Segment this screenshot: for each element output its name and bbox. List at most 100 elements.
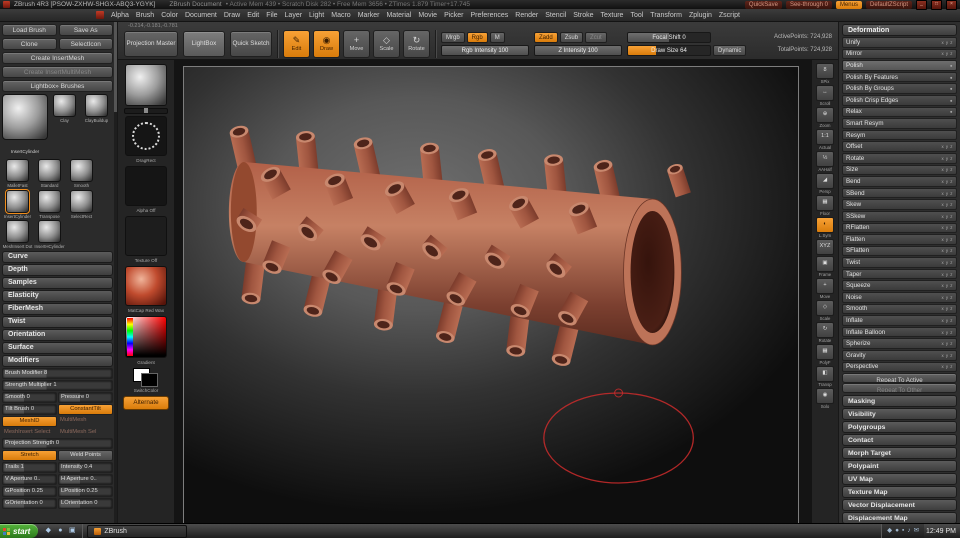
brush-thumbnail[interactable]: Smooth: [66, 159, 97, 189]
tool-subpalette-header[interactable]: Contact: [842, 434, 957, 447]
brush-palette-button[interactable]: Create InsertMesh: [2, 52, 113, 64]
xyz-icon[interactable]: XYZ: [814, 239, 836, 255]
brush-modifier-control[interactable]: H Aperture 0..: [58, 473, 113, 485]
axis-toggles[interactable]: x y z: [941, 272, 953, 277]
tool-subpalette-header[interactable]: Morph Target: [842, 447, 957, 460]
scale-icon[interactable]: ◇ Scale: [814, 300, 836, 321]
maximize-button[interactable]: □: [931, 0, 942, 10]
brush-palette-button[interactable]: Load Brush: [2, 24, 57, 36]
menu-item[interactable]: Tool: [630, 12, 643, 19]
deformation-row[interactable]: Twist x y z: [842, 257, 957, 268]
spix-slider[interactable]: 8 SPix: [814, 63, 836, 84]
quicklaunch-icon-2[interactable]: ●: [55, 526, 65, 536]
document-viewport[interactable]: [183, 66, 799, 523]
axis-toggles[interactable]: x y z: [941, 237, 953, 242]
brush-palette-button[interactable]: SelectIcon: [58, 38, 113, 50]
brush-palette-button[interactable]: Create InsertMultiMesh: [2, 66, 113, 78]
brush-subpalette-header[interactable]: Curve: [2, 250, 113, 263]
persp-icon[interactable]: ◢ Persp: [814, 173, 836, 194]
axis-toggles[interactable]: x y z: [941, 260, 953, 265]
brush-subpalette-header[interactable]: Surface: [2, 341, 113, 354]
brush-subpalette-header[interactable]: Samples: [2, 276, 113, 289]
axis-toggles[interactable]: x y z: [941, 144, 953, 149]
menu-item[interactable]: Layer: [285, 12, 303, 19]
switch-color-swatches[interactable]: [133, 368, 159, 387]
axis-toggles[interactable]: ●: [950, 75, 953, 80]
deformation-row[interactable]: Size x y z: [842, 164, 957, 176]
brush-modifier-control[interactable]: Strength Multiplier 1: [2, 379, 113, 391]
brush-modifier-control[interactable]: MultiMesh: [58, 416, 113, 427]
menu-item[interactable]: Light: [309, 12, 324, 19]
axis-toggles[interactable]: x y z: [941, 167, 953, 172]
deformation-row[interactable]: Mirror x y z: [842, 48, 957, 60]
axis-toggles[interactable]: x y z: [941, 51, 953, 56]
lightbox-button[interactable]: LightBox: [183, 30, 225, 57]
tool-subpalette-header[interactable]: Polygroups: [842, 421, 957, 434]
zadd-button[interactable]: Zadd: [534, 31, 558, 43]
brush-modifier-control[interactable]: ConstantTilt: [58, 403, 113, 415]
rotate-mode-button[interactable]: ↻ Rotate: [403, 29, 430, 58]
repeat-to-active-button[interactable]: Repeat To Active: [842, 373, 957, 384]
brush-subpalette-header[interactable]: FiberMesh: [2, 302, 113, 315]
tool-subpalette-header[interactable]: Polypaint: [842, 460, 957, 473]
deformation-row[interactable]: Smart Resym: [842, 118, 957, 129]
zoom-icon[interactable]: ⊕ Zoom: [814, 107, 836, 128]
brush-palette-button[interactable]: Lightbox» Brushes: [2, 80, 113, 92]
scroll-icon[interactable]: ↔ Scroll: [814, 85, 836, 106]
polyframe-icon[interactable]: ▦ PolyF: [814, 344, 836, 365]
axis-toggles[interactable]: x y z: [941, 318, 953, 323]
axis-toggles[interactable]: x y z: [941, 40, 953, 45]
transp-icon[interactable]: ◧ Transp: [814, 366, 836, 387]
brush-thumbnail[interactable]: ClayBuildup: [81, 94, 112, 124]
menu-item[interactable]: Macro: [331, 12, 350, 19]
axis-toggles[interactable]: x y z: [941, 248, 953, 253]
brush-modifier-control[interactable]: LPosition 0.25: [58, 485, 113, 497]
deformation-header[interactable]: Deformation: [842, 24, 957, 36]
brush-thumbnail[interactable]: Standard: [34, 159, 65, 189]
primary-color-swatch[interactable]: [141, 373, 158, 387]
actual-icon[interactable]: 1:1 Actual: [814, 129, 836, 150]
quicksave-button[interactable]: QuickSave: [744, 0, 782, 9]
brush-modifier-control[interactable]: MeshID: [2, 415, 57, 427]
menu-item[interactable]: Document: [185, 12, 217, 19]
rgb-button[interactable]: Rgb: [466, 31, 488, 43]
deformation-row[interactable]: SSkew x y z: [842, 210, 957, 222]
axis-toggles[interactable]: x y z: [941, 179, 953, 184]
left-panel-scrollbar[interactable]: [114, 22, 117, 523]
z-intensity-slider[interactable]: Z Intensity 100: [534, 44, 622, 56]
axis-toggles[interactable]: ●: [950, 86, 953, 91]
menu-item[interactable]: Preferences: [471, 12, 509, 19]
deformation-row[interactable]: Polish ●: [842, 60, 957, 71]
brush-modifier-control[interactable]: Brush Modifier 8: [2, 367, 113, 379]
tool-subpalette-header[interactable]: Displacement Map: [842, 512, 957, 523]
close-button[interactable]: ×: [946, 0, 957, 10]
floor-icon[interactable]: ▦ Floor: [814, 195, 836, 216]
deformation-row[interactable]: Gravity x y z: [842, 350, 957, 361]
frame-icon[interactable]: ▣ Frame: [814, 256, 836, 277]
axis-toggles[interactable]: x y z: [941, 283, 953, 288]
axis-toggles[interactable]: x y z: [941, 156, 953, 161]
deformation-row[interactable]: SFlatten x y z: [842, 245, 957, 257]
brush-subpalette-header[interactable]: Twist: [2, 315, 113, 328]
draw-size-slider[interactable]: Draw Size 64: [627, 44, 711, 56]
deformation-row[interactable]: Relax ●: [842, 106, 957, 118]
brush-modifier-control[interactable]: Pressure 0: [58, 391, 113, 403]
deformation-row[interactable]: Unify x y z: [842, 37, 957, 48]
quicklaunch-icon-1[interactable]: ◆: [43, 526, 53, 536]
axis-toggles[interactable]: x y z: [941, 353, 953, 358]
brush-modifier-control[interactable]: Weld Points: [58, 449, 113, 461]
axis-toggles[interactable]: ●: [950, 63, 953, 68]
alpha-thumbnail[interactable]: [125, 166, 167, 206]
tool-subpalette-header[interactable]: Texture Map: [842, 486, 957, 499]
menu-item[interactable]: Stencil: [545, 12, 566, 19]
tool-subpalette-header[interactable]: Visibility: [842, 408, 957, 421]
alternate-button[interactable]: Alternate: [123, 396, 169, 410]
deformation-row[interactable]: Polish By Groups ●: [842, 83, 957, 94]
brush-subpalette-header[interactable]: Depth: [2, 263, 113, 276]
texture-thumbnail[interactable]: [125, 216, 167, 256]
deformation-row[interactable]: Bend x y z: [842, 176, 957, 187]
menu-item[interactable]: Zplugin: [689, 12, 712, 19]
deformation-row[interactable]: Taper x y z: [842, 268, 957, 280]
brush-thumbnail[interactable]: MeshInsert Dot: [2, 220, 33, 250]
current-brush-thumbnail[interactable]: [2, 94, 48, 140]
